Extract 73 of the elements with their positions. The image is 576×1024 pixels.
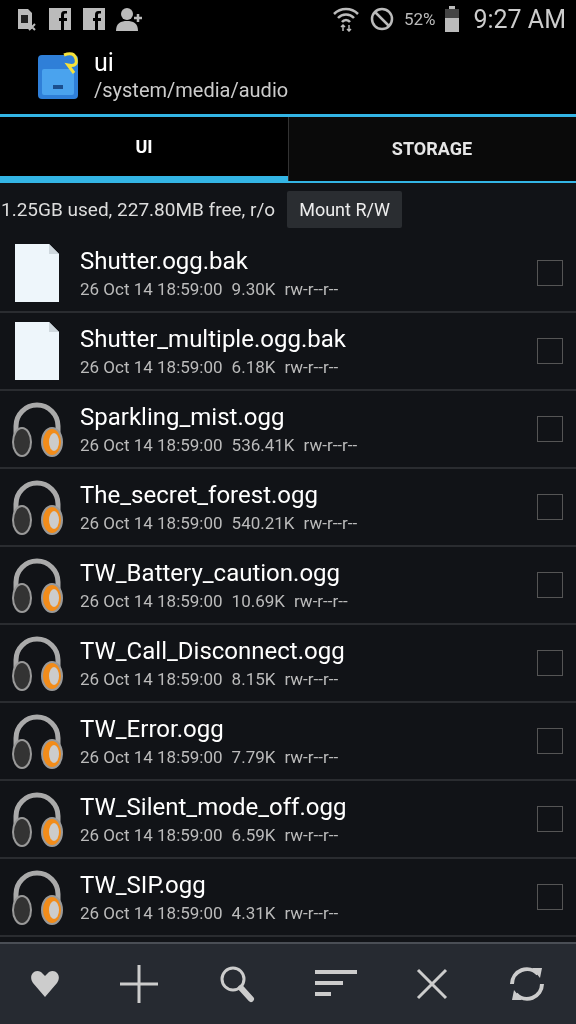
file-size: 9.30K bbox=[231, 279, 276, 299]
file-name: The_secret_forest.ogg bbox=[80, 481, 319, 509]
file-name: Shutter_multiple.ogg.bak bbox=[80, 325, 347, 353]
file-name: TW_SIP.ogg bbox=[80, 871, 207, 899]
checkbox[interactable] bbox=[537, 494, 563, 520]
headphones-icon bbox=[10, 556, 64, 614]
file-date: 26 Oct 14 18:59:00 bbox=[80, 357, 223, 377]
headphones-icon bbox=[10, 790, 64, 848]
file-size: 8.15K bbox=[231, 669, 276, 689]
file-date: 26 Oct 14 18:59:00 bbox=[80, 435, 223, 455]
folder-path: /system/media/audio bbox=[94, 77, 289, 103]
file-date: 26 Oct 14 18:59:00 bbox=[80, 279, 223, 299]
mount-button[interactable]: Mount R/W bbox=[287, 190, 402, 228]
checkbox[interactable] bbox=[537, 650, 563, 676]
close-icon[interactable] bbox=[416, 968, 449, 1000]
file-date: 26 Oct 14 18:59:00 bbox=[80, 903, 223, 923]
file-date: 26 Oct 14 18:59:00 bbox=[80, 747, 223, 767]
checkbox[interactable] bbox=[537, 884, 563, 910]
file-cabinet-icon[interactable] bbox=[36, 51, 80, 101]
file-size: 10.69K bbox=[231, 591, 285, 611]
file-name: TW_Battery_caution.ogg bbox=[80, 559, 342, 587]
file-name: TW_Silent_mode_off.ogg bbox=[80, 793, 348, 821]
file-size: 4.31K bbox=[231, 903, 276, 923]
file-permissions: rw-r--r-- bbox=[293, 591, 348, 611]
file-size: 6.18K bbox=[231, 357, 276, 377]
checkbox[interactable] bbox=[537, 338, 563, 364]
file-permissions: rw-r--r-- bbox=[284, 903, 339, 923]
folder-title: ui bbox=[94, 49, 115, 77]
file-name: Sparkling_mist.ogg bbox=[80, 403, 286, 431]
search-icon[interactable] bbox=[219, 965, 256, 1003]
file-size: 536.41K bbox=[231, 435, 295, 455]
file-permissions: rw-r--r-- bbox=[284, 357, 339, 377]
sim-card-icon bbox=[16, 7, 38, 31]
checkbox[interactable] bbox=[537, 416, 563, 442]
file-permissions: rw-r--r-- bbox=[284, 279, 339, 299]
headphones-icon bbox=[10, 868, 64, 926]
tab[interactable]: STORAGE bbox=[288, 117, 576, 183]
headphones-icon bbox=[10, 400, 64, 458]
headphones-icon bbox=[10, 712, 64, 770]
refresh-icon[interactable] bbox=[508, 964, 547, 1004]
blocked-icon bbox=[369, 7, 394, 31]
file-name: Shutter.ogg.bak bbox=[80, 247, 249, 275]
wifi-icon bbox=[331, 6, 360, 32]
heart-icon[interactable] bbox=[29, 970, 60, 998]
plus-icon[interactable] bbox=[119, 964, 160, 1004]
checkbox[interactable] bbox=[537, 728, 563, 754]
clock-time: 9:27 AM bbox=[473, 4, 566, 34]
facebook-icon bbox=[48, 7, 72, 31]
file-date: 26 Oct 14 18:59:00 bbox=[80, 669, 223, 689]
file-permissions: rw-r--r-- bbox=[284, 669, 339, 689]
storage-info: 1.25GB used, 227.80MB free, r/o bbox=[0, 197, 276, 221]
file-date: 26 Oct 14 18:59:00 bbox=[80, 513, 223, 533]
battery-percent: 52% bbox=[403, 9, 436, 29]
headphones-icon bbox=[10, 478, 64, 536]
file-name: TW_Call_Disconnect.ogg bbox=[80, 637, 346, 665]
facebook-icon bbox=[82, 7, 106, 31]
file-permissions: rw-r--r-- bbox=[303, 513, 358, 533]
file-date: 26 Oct 14 18:59:00 bbox=[80, 591, 223, 611]
file-size: 7.79K bbox=[231, 747, 276, 767]
file-date: 26 Oct 14 18:59:00 bbox=[80, 825, 223, 845]
checkbox[interactable] bbox=[537, 260, 563, 286]
file-permissions: rw-r--r-- bbox=[284, 747, 339, 767]
file-permissions: rw-r--r-- bbox=[303, 435, 358, 455]
file-size: 6.59K bbox=[231, 825, 276, 845]
checkbox[interactable] bbox=[537, 806, 563, 832]
file-name: TW_Error.ogg bbox=[80, 715, 225, 743]
headphones-icon bbox=[10, 634, 64, 692]
file-size: 540.21K bbox=[231, 513, 295, 533]
checkbox[interactable] bbox=[537, 572, 563, 598]
battery-icon bbox=[445, 6, 460, 32]
add-contact-icon bbox=[116, 6, 144, 32]
file-permissions: rw-r--r-- bbox=[284, 825, 339, 845]
sort-icon[interactable] bbox=[314, 970, 357, 998]
